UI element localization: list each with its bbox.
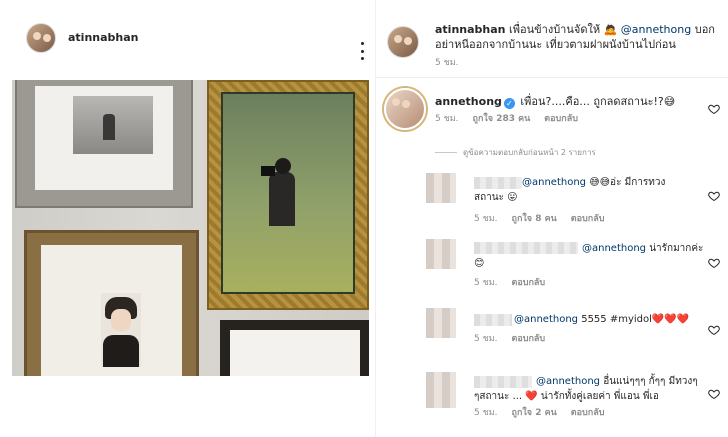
post-photo <box>12 80 369 376</box>
comment-meta: 5 ชม. ถูกใจ 283 คน ตอบกลับ <box>435 111 578 125</box>
reply-meta: 5 ชม. ถูกใจ 8 คน ตอบกลับ <box>474 211 604 225</box>
author-avatar[interactable] <box>26 22 56 53</box>
reply-button[interactable]: ตอบกลับ <box>571 405 605 419</box>
picture-frame <box>220 320 369 376</box>
like-heart-icon[interactable] <box>708 190 720 202</box>
reply-timestamp: 5 ชม. <box>474 278 498 288</box>
reply-meta: 5 ชม. ตอบกลับ <box>474 275 545 289</box>
reply-item: @annethong 5555 #myidol❤️❤️❤️ 5 ชม. ตอบก… <box>376 304 728 356</box>
reply-mention[interactable]: @annethong <box>514 314 578 325</box>
comment-text: annethong ✓ เพื่อน?....คือ... ถูกลดสถานะ!… <box>435 92 675 110</box>
post-caption: atinnabhan เพื่อนข้างบ้านจัดให้ 🙇 @annet… <box>376 0 728 78</box>
picture-frame <box>15 80 193 208</box>
reply-text: @annethong น่ารักมากค่ะ 😊 <box>474 241 704 271</box>
reply-mention[interactable]: @annethong <box>582 243 646 254</box>
verified-badge-icon: ✓ <box>503 98 515 109</box>
reply-text: @annethong 5555 #myidol❤️❤️❤️ <box>474 312 704 327</box>
comments-panel: atinnabhan เพื่อนข้างบ้านจัดให้ 🙇 @annet… <box>375 0 728 437</box>
comment-likes[interactable]: ถูกใจ 283 คน <box>473 111 531 125</box>
reply-item: @annethong น่ารักมากค่ะ 😊 5 ชม. ตอบกลับ <box>376 233 728 291</box>
reply-button[interactable]: ตอบกลับ <box>571 211 605 225</box>
comment-username[interactable]: annethong <box>435 95 502 108</box>
reply-avatar[interactable] <box>426 239 456 269</box>
view-replies-label[interactable]: ดูข้อความตอบกลับก่อนหน้า 2 รายการ <box>463 146 596 159</box>
commenter-avatar[interactable] <box>384 88 426 130</box>
reply-button[interactable]: ตอบกลับ <box>512 331 546 345</box>
author-username[interactable]: atinnabhan <box>68 31 139 44</box>
caption-username[interactable]: atinnabhan <box>435 23 506 36</box>
comment-timestamp: 5 ชม. <box>435 114 459 124</box>
more-options-icon[interactable] <box>359 42 365 60</box>
reply-avatar[interactable] <box>426 308 456 338</box>
caption-timestamp: 5 ชม. <box>435 58 459 68</box>
caption-text: atinnabhan เพื่อนข้างบ้านจัดให้ 🙇 @annet… <box>435 22 725 52</box>
reply-mention[interactable]: @annethong <box>536 376 600 387</box>
reply-button[interactable]: ตอบกลับ <box>544 111 578 125</box>
like-heart-icon[interactable] <box>708 388 720 400</box>
like-heart-icon[interactable] <box>708 324 720 336</box>
picture-frame <box>24 230 199 376</box>
reply-meta: 5 ชม. ตอบกลับ <box>474 331 545 345</box>
comment-item: annethong ✓ เพื่อน?....คือ... ถูกลดสถานะ!… <box>376 80 728 148</box>
reply-body: 5555 #myidol❤️❤️❤️ <box>578 314 690 325</box>
like-heart-icon[interactable] <box>708 257 720 269</box>
reply-item: @annethong อื่นแน่ๆๆๆ กั้ๆๆ มีทวงๆๆสถานะ… <box>376 368 728 434</box>
caption-mention[interactable]: @annethong <box>621 23 691 36</box>
reply-likes[interactable]: ถูกใจ 2 คน <box>512 405 557 419</box>
like-heart-icon[interactable] <box>708 103 720 115</box>
picture-frame <box>207 80 369 310</box>
reply-text: @annethong อื่นแน่ๆๆๆ กั้ๆๆ มีทวงๆๆสถานะ… <box>474 374 699 404</box>
reply-text: @annethong 😅😅อ่ะ มีการทวงสถานะ 😛 <box>474 175 694 205</box>
reply-button[interactable]: ตอบกลับ <box>512 275 546 289</box>
reply-likes[interactable]: ถูกใจ 8 คน <box>512 211 557 225</box>
caption-avatar[interactable] <box>387 26 419 58</box>
post-panel: atinnabhan <box>0 0 375 437</box>
caption-body-start: เพื่อนข้างบ้านจัดให้ 🙇 <box>509 23 621 36</box>
reply-avatar[interactable] <box>426 173 456 203</box>
view-previous-replies[interactable]: ดูข้อความตอบกลับก่อนหน้า 2 รายการ <box>435 146 596 159</box>
reply-avatar[interactable] <box>426 372 456 408</box>
reply-item: @annethong 😅😅อ่ะ มีการทวงสถานะ 😛 5 ชม. ถ… <box>376 165 728 225</box>
reply-meta: 5 ชม. ถูกใจ 2 คน ตอบกลับ <box>474 405 604 419</box>
reply-timestamp: 5 ชม. <box>474 214 498 224</box>
reply-mention[interactable]: @annethong <box>522 177 586 188</box>
comment-body: เพื่อน?....คือ... ถูกลดสถานะ!?😅 <box>520 95 676 108</box>
reply-timestamp: 5 ชม. <box>474 334 498 344</box>
post-header: atinnabhan <box>0 0 375 75</box>
reply-timestamp: 5 ชม. <box>474 408 498 418</box>
